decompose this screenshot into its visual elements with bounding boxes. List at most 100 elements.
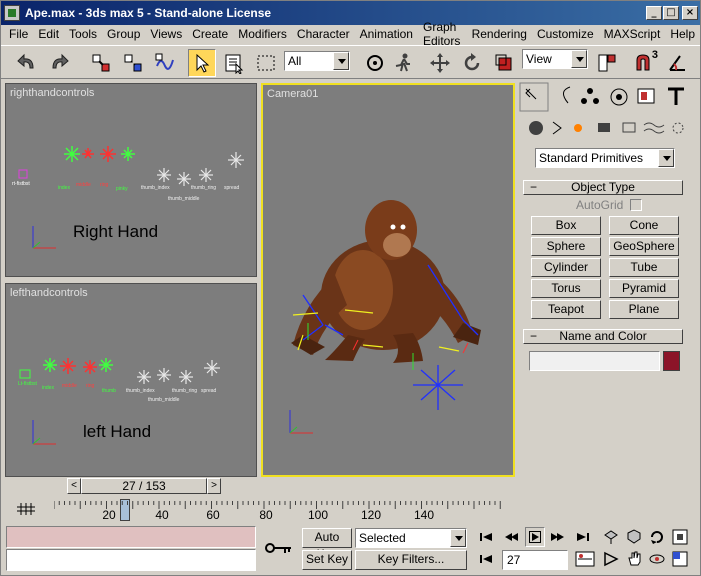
time-slider[interactable]: < 27 / 153 > bbox=[67, 477, 223, 495]
autogrid-checkbox[interactable] bbox=[630, 199, 642, 211]
mini-curve-editor-icon[interactable] bbox=[15, 499, 37, 517]
play-icon[interactable] bbox=[525, 527, 545, 547]
minimize-button[interactable]: _ bbox=[646, 6, 662, 20]
select-by-name-icon[interactable] bbox=[220, 49, 248, 77]
menu-customize[interactable]: Customize bbox=[532, 27, 599, 41]
snaps-toggle-icon[interactable]: 3 bbox=[630, 49, 658, 77]
maxscript-listener-white[interactable] bbox=[6, 549, 256, 571]
undo-icon[interactable] bbox=[13, 49, 41, 77]
object-name-field[interactable] bbox=[529, 351, 660, 371]
field-of-view-icon[interactable] bbox=[602, 550, 620, 568]
teapot-button[interactable]: Teapot bbox=[531, 300, 601, 319]
use-pivot-center-icon[interactable] bbox=[593, 49, 621, 77]
menu-tools[interactable]: Tools bbox=[64, 27, 102, 41]
collapse-icon: − bbox=[530, 180, 538, 194]
control-label-thumb-index: thumb_index bbox=[141, 185, 170, 191]
menu-animation[interactable]: Animation bbox=[355, 27, 418, 41]
key-mode-toggle-icon[interactable] bbox=[477, 550, 495, 568]
menu-file[interactable]: File bbox=[1, 27, 33, 41]
cone-button[interactable]: Cone bbox=[609, 216, 679, 235]
menu-views[interactable]: Views bbox=[145, 27, 187, 41]
viewport-lefthandcontrols[interactable]: lefthandcontrols Lt-fistbst index middle… bbox=[5, 283, 257, 477]
key-icon[interactable] bbox=[261, 531, 297, 565]
create-category-icons bbox=[529, 121, 684, 135]
object-color-swatch[interactable] bbox=[663, 351, 680, 371]
zoom-extents-all-icon[interactable] bbox=[671, 528, 689, 546]
title-bar: Ape.max - 3ds max 5 - Stand-alone Licens… bbox=[1, 1, 700, 25]
object-type-rollout-header[interactable]: − Object Type bbox=[523, 180, 683, 195]
zoom-all-icon[interactable] bbox=[625, 528, 643, 546]
reference-coordinate-dropdown[interactable]: View bbox=[522, 49, 588, 69]
menu-rendering[interactable]: Rendering bbox=[467, 27, 532, 41]
menu-edit[interactable]: Edit bbox=[33, 27, 64, 41]
menu-modifiers[interactable]: Modifiers bbox=[233, 27, 292, 41]
next-frame-icon[interactable] bbox=[549, 528, 567, 546]
ruler-label-40: 40 bbox=[155, 508, 169, 522]
control-label-index: index bbox=[58, 185, 70, 191]
close-button[interactable]: × bbox=[682, 6, 698, 20]
torus-button[interactable]: Torus bbox=[531, 279, 601, 298]
control-label-fistbst: rt-fistbst bbox=[12, 181, 30, 187]
select-and-link-icon[interactable] bbox=[87, 49, 115, 77]
box-button[interactable]: Box bbox=[531, 216, 601, 235]
maximize-button[interactable]: □ bbox=[663, 6, 679, 20]
crowd-icon[interactable] bbox=[389, 49, 417, 77]
selection-filter-dropdown[interactable]: All bbox=[284, 51, 350, 71]
ruler-label-80: 80 bbox=[259, 508, 273, 522]
unlink-selection-icon[interactable] bbox=[119, 49, 147, 77]
current-frame-value: 27 bbox=[507, 553, 521, 567]
menu-maxscript[interactable]: MAXScript bbox=[599, 27, 666, 41]
viewport-camera01[interactable]: Camera01 bbox=[261, 83, 515, 477]
chevron-down-icon bbox=[571, 50, 587, 68]
menu-character[interactable]: Character bbox=[292, 27, 355, 41]
next-frame-button[interactable]: > bbox=[207, 478, 221, 494]
track-bar[interactable]: 20 40 60 80 100 120 140 bbox=[1, 497, 700, 522]
ruler-label-120: 120 bbox=[360, 508, 382, 522]
menu-help[interactable]: Help bbox=[665, 27, 700, 41]
min-max-toggle-icon[interactable] bbox=[671, 550, 689, 568]
zoom-extents-icon[interactable] bbox=[648, 528, 666, 546]
select-and-rotate-icon[interactable] bbox=[458, 49, 486, 77]
sphere-button[interactable]: Sphere bbox=[531, 237, 601, 256]
control-label-spread: spread bbox=[201, 388, 217, 394]
set-key-button[interactable]: Set Key bbox=[302, 550, 352, 570]
viewport-righthandcontrols[interactable]: righthandcontrols rt-fistbst index middl… bbox=[5, 83, 257, 277]
geosphere-button[interactable]: GeoSphere bbox=[609, 237, 679, 256]
tube-button[interactable]: Tube bbox=[609, 258, 679, 277]
key-selection-set-dropdown[interactable]: Selected bbox=[355, 528, 467, 548]
pyramid-button[interactable]: Pyramid bbox=[609, 279, 679, 298]
menu-group[interactable]: Group bbox=[102, 27, 145, 41]
menu-graph-editors[interactable]: Graph Editors bbox=[418, 20, 467, 48]
rectangular-selection-icon[interactable] bbox=[252, 49, 280, 77]
control-label-middle: middle bbox=[62, 383, 77, 389]
select-object-icon[interactable] bbox=[188, 49, 216, 77]
redo-icon[interactable] bbox=[45, 49, 73, 77]
ruler-label-20: 20 bbox=[102, 508, 116, 522]
previous-frame-icon[interactable] bbox=[502, 528, 520, 546]
current-frame-field[interactable]: 27 bbox=[502, 550, 568, 570]
select-and-scale-icon[interactable] bbox=[490, 49, 518, 77]
name-and-color-rollout-header[interactable]: − Name and Color bbox=[523, 329, 683, 344]
window-title: Ape.max - 3ds max 5 - Stand-alone Licens… bbox=[25, 6, 272, 20]
maxscript-listener-pink[interactable] bbox=[6, 526, 256, 548]
time-slider-thumb[interactable]: 27 / 153 bbox=[81, 478, 207, 494]
select-and-move-icon[interactable] bbox=[426, 49, 454, 77]
bind-to-space-warp-icon[interactable] bbox=[151, 49, 179, 77]
key-filters-button[interactable]: Key Filters... bbox=[355, 550, 467, 570]
menu-create[interactable]: Create bbox=[187, 27, 233, 41]
go-to-start-icon[interactable] bbox=[477, 528, 495, 546]
plane-button[interactable]: Plane bbox=[609, 300, 679, 319]
prev-frame-button[interactable]: < bbox=[67, 478, 81, 494]
go-to-end-icon[interactable] bbox=[574, 528, 592, 546]
zoom-icon[interactable] bbox=[602, 528, 620, 546]
time-configuration-icon[interactable] bbox=[574, 550, 596, 568]
auto-key-button[interactable]: Auto Key bbox=[302, 528, 352, 561]
ruler-label-60: 60 bbox=[206, 508, 220, 522]
arc-rotate-icon[interactable] bbox=[648, 550, 666, 568]
control-label-ring: ring bbox=[86, 383, 95, 389]
cylinder-button[interactable]: Cylinder bbox=[531, 258, 601, 277]
primitive-category-dropdown[interactable]: Standard Primitives bbox=[535, 148, 675, 168]
angle-snap-icon[interactable] bbox=[663, 49, 691, 77]
pan-icon[interactable] bbox=[625, 550, 643, 568]
select-and-manipulate-icon[interactable] bbox=[361, 49, 389, 77]
